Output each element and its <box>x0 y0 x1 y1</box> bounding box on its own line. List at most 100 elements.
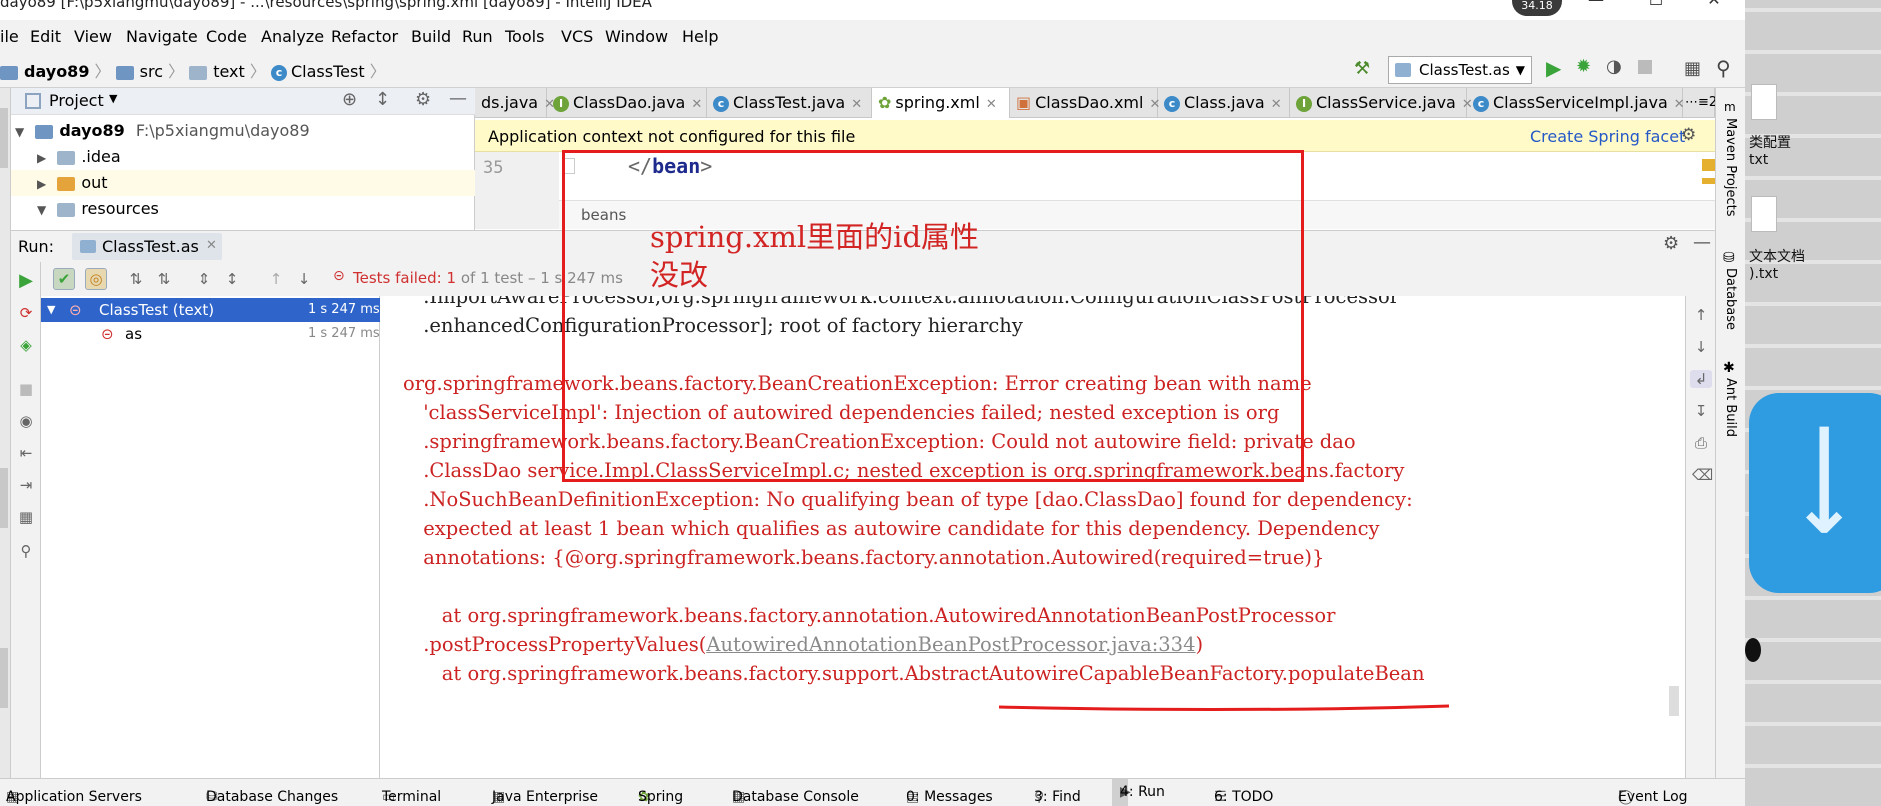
breadcrumb-text[interactable]: text <box>213 62 245 81</box>
create-spring-facet-link[interactable]: Create Spring facet <box>1530 127 1685 146</box>
tree-item-resources[interactable]: ▼ resources <box>11 196 475 222</box>
desktop-file-label[interactable]: 文本文档 <box>1749 246 1805 266</box>
spring-context-banner: Application context not configured for t… <box>475 120 1715 152</box>
stop-icon[interactable]: ■ <box>17 380 35 398</box>
project-structure-icon[interactable]: ▦ <box>1684 58 1701 79</box>
print-icon[interactable]: ⎙ <box>1692 434 1710 452</box>
run-config-select[interactable]: ClassTest.as ▼ <box>1388 56 1532 84</box>
menu-view[interactable]: View <box>74 27 112 46</box>
run-tool-tab[interactable]: ▶ 4: Run <box>1112 779 1165 806</box>
collapse-icon[interactable]: ↕ <box>375 89 390 110</box>
gear-icon[interactable]: ⚙ <box>415 89 431 110</box>
test-row-case[interactable]: ⊝ as 1 s 247 ms <box>41 322 380 346</box>
sort-alpha-icon[interactable]: ⇅ <box>127 270 145 288</box>
trash-icon[interactable]: ⌫ <box>1692 466 1713 484</box>
soft-wrap-icon[interactable]: ↲ <box>1690 370 1712 388</box>
menu-window[interactable]: Window <box>605 27 668 46</box>
close-icon[interactable]: ✕ <box>1694 0 1734 18</box>
collapse-all-icon[interactable]: ↕ <box>223 270 241 288</box>
breadcrumb-project[interactable]: dayo89 <box>24 62 89 81</box>
run-icon[interactable]: ▶ <box>1546 56 1561 80</box>
close-icon[interactable]: ✕ <box>1271 97 1282 112</box>
gear-icon[interactable]: ⚙ <box>1663 233 1679 254</box>
menu-run[interactable]: Run <box>462 27 493 46</box>
show-passed-icon[interactable]: ✔ <box>53 268 75 290</box>
menu-analyze[interactable]: Analyze <box>261 27 324 46</box>
up-arrow-icon[interactable]: ↑ <box>1692 306 1710 324</box>
menu-navigate[interactable]: Navigate <box>126 27 198 46</box>
chevron-down-icon[interactable]: ▼ <box>109 92 117 105</box>
maven-projects-tab[interactable]: Maven Projects <box>1723 118 1738 217</box>
breadcrumb-class[interactable]: ClassTest <box>291 62 365 81</box>
next-failed-icon[interactable]: ↓ <box>295 270 313 288</box>
scroll-to-end-icon[interactable]: ↧ <box>1692 402 1710 420</box>
menu-file[interactable]: ile <box>0 27 19 46</box>
sort-duration-icon[interactable]: ⇅ <box>155 270 173 288</box>
close-icon[interactable]: ✕ <box>851 97 862 112</box>
tab-classdao-java[interactable]: I ClassDao.java ✕ <box>547 88 707 118</box>
expand-all-icon[interactable]: ⇕ <box>195 270 213 288</box>
pin-icon[interactable]: ⚲ <box>17 542 35 560</box>
close-icon[interactable]: ✕ <box>206 238 217 253</box>
test-row-suite[interactable]: ▼ ⊝ ClassTest (text) 1 s 247 ms <box>41 298 380 322</box>
rerun-icon[interactable]: ▶ <box>17 272 35 290</box>
close-icon[interactable]: ✕ <box>986 97 997 112</box>
previous-failed-icon[interactable]: ↑ <box>267 270 285 288</box>
build-hammer-icon[interactable]: ⚒ <box>1354 58 1370 79</box>
locate-icon[interactable]: ⊕ <box>342 89 357 110</box>
menu-tools[interactable]: Tools <box>505 27 544 46</box>
toggle-autotest-icon[interactable]: ◈ <box>17 336 35 354</box>
source-link[interactable]: AutowiredAnnotationBeanPostProcessor.jav… <box>706 633 1195 656</box>
favorites-tool-tab[interactable] <box>0 648 8 708</box>
app-icon[interactable]: ⟶ <box>1749 393 1881 593</box>
tab-classdao-xml[interactable]: ▣ ClassDao.xml ✕ <box>1010 88 1160 118</box>
tab-class-java[interactable]: c Class.java ✕ <box>1158 88 1290 118</box>
camera-icon[interactable]: ◉ <box>17 412 35 430</box>
tab-classservice-java[interactable]: I ClassService.java ✕ <box>1290 88 1473 118</box>
hide-icon[interactable]: — <box>1693 232 1711 253</box>
tab-ds-java[interactable]: ds.java ✕ <box>475 88 555 118</box>
stop-icon[interactable] <box>1638 60 1652 74</box>
console-scrollbar[interactable] <box>1669 686 1679 716</box>
breadcrumb-src[interactable]: src <box>140 62 163 81</box>
project-tool-tab[interactable] <box>0 108 8 168</box>
chevron-down-icon: ▼ <box>47 303 56 316</box>
warning-marker[interactable] <box>1702 178 1715 184</box>
export-icon[interactable]: ⇥ <box>17 476 35 494</box>
project-pane-title[interactable]: Project <box>49 91 104 110</box>
menu-code[interactable]: Code <box>206 27 247 46</box>
gear-icon[interactable]: ⚙ <box>1681 125 1696 145</box>
down-arrow-icon[interactable]: ↓ <box>1692 338 1710 356</box>
show-ignored-icon[interactable]: ◎ <box>85 268 107 290</box>
tab-spring-xml[interactable]: ✿ spring.xml ✕ <box>872 88 1010 118</box>
import-icon[interactable]: ⇤ <box>17 444 35 462</box>
menu-vcs[interactable]: VCS <box>561 27 593 46</box>
tree-item-idea[interactable]: ▶ .idea <box>11 144 475 170</box>
text-file-icon[interactable] <box>1751 84 1777 120</box>
hide-icon[interactable]: — <box>449 88 467 109</box>
run-tab[interactable]: ClassTest.as ✕ <box>72 233 222 260</box>
ant-build-tab[interactable]: Ant Build <box>1723 378 1738 437</box>
menu-refactor[interactable]: Refactor <box>331 27 398 46</box>
tab-overflow[interactable]: ⋯≡2 <box>1683 88 1717 118</box>
tree-item-root[interactable]: ▼ dayo89 F:\p5xiangmu\dayo89 <box>11 118 475 144</box>
database-tab[interactable]: Database <box>1723 268 1738 330</box>
tab-classtest-java[interactable]: c ClassTest.java ✕ <box>707 88 872 118</box>
layout-icon[interactable]: ▦ <box>17 508 35 526</box>
desktop-file-label[interactable]: 类配置 <box>1749 132 1791 152</box>
warning-marker[interactable] <box>1702 159 1715 171</box>
menu-edit[interactable]: Edit <box>30 27 61 46</box>
text-file-icon[interactable] <box>1751 196 1777 232</box>
structure-tool-tab[interactable] <box>0 468 8 528</box>
menu-help[interactable]: Help <box>682 27 718 46</box>
debug-icon[interactable]: ✹ <box>1576 56 1591 77</box>
search-icon[interactable]: ⚲ <box>1716 56 1731 80</box>
rerun-failed-icon[interactable]: ⟳ <box>17 304 35 322</box>
maximize-icon[interactable]: ☐ <box>1636 0 1676 18</box>
menu-build[interactable]: Build <box>411 27 451 46</box>
minimize-icon[interactable]: — <box>1576 0 1616 18</box>
coverage-icon[interactable]: ◑ <box>1606 56 1622 77</box>
close-icon[interactable]: ✕ <box>691 97 702 112</box>
tree-item-out[interactable]: ▶ out <box>11 170 475 196</box>
tab-classserviceimpl-java[interactable]: c ClassServiceImpl.java ✕ <box>1467 88 1685 118</box>
